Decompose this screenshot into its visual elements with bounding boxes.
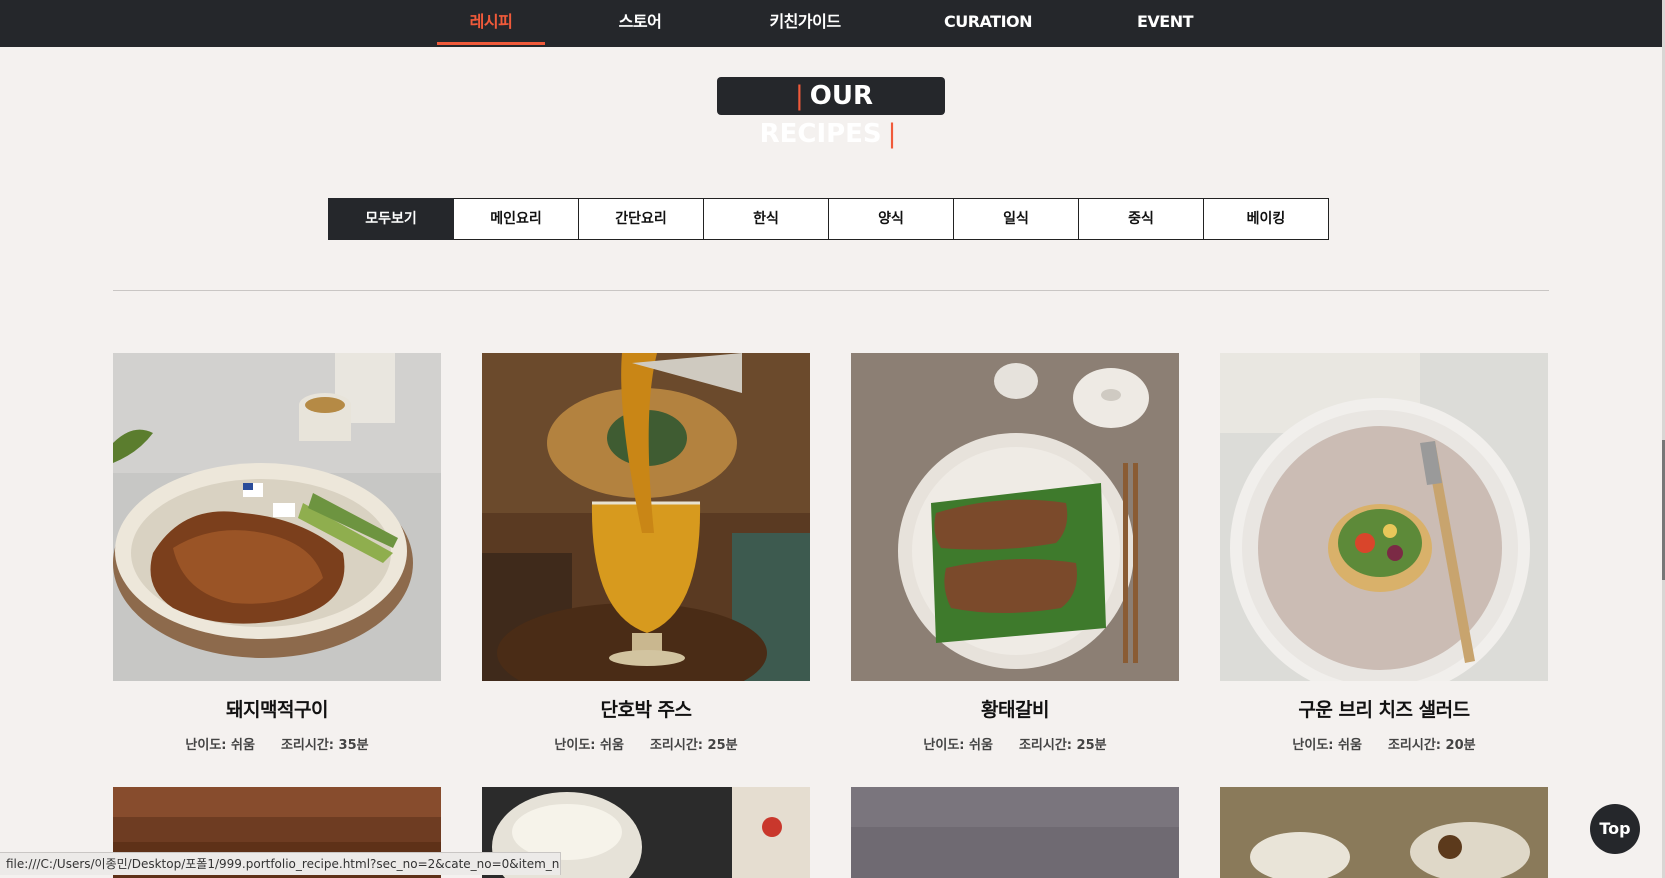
recipe-meta: 난이도: 쉬움 조리시간: 35분 [113, 734, 441, 753]
nav-recipe[interactable]: 레시피 [437, 0, 545, 47]
recipe-meta: 난이도: 쉬움 조리시간: 25분 [851, 734, 1179, 753]
nav-event[interactable]: EVENT [1110, 0, 1220, 47]
recipe-time: 조리시간: 25분 [1018, 738, 1107, 753]
brie-salad-photo[interactable] [1220, 353, 1548, 681]
recipe-meta: 난이도: 쉬움 조리시간: 20분 [1220, 734, 1548, 753]
nav-store[interactable]: 스토어 [590, 0, 690, 47]
section-divider [113, 290, 1549, 291]
recipe-card[interactable]: 황태갈비 난이도: 쉬움 조리시간: 25분 [851, 353, 1179, 753]
recipe-card-partial[interactable] [851, 787, 1179, 878]
category-tabs: 모두보기 메인요리 간단요리 한식 양식 일식 중식 베이킹 [328, 198, 1329, 240]
recipe-card[interactable]: 돼지맥적구이 난이도: 쉬움 조리시간: 35분 [113, 353, 441, 753]
recipe-name[interactable]: 단호박 주스 [482, 695, 810, 722]
pork-dish-photo[interactable] [113, 353, 441, 681]
nav-curation[interactable]: CURATION [925, 0, 1051, 47]
top-navigation: 레시피 스토어 키친가이드 CURATION EVENT [0, 0, 1662, 47]
tab-japanese[interactable]: 일식 [954, 198, 1079, 240]
recipe-time: 조리시간: 35분 [280, 738, 369, 753]
tab-western[interactable]: 양식 [829, 198, 954, 240]
recipe-photo-partial[interactable] [1220, 787, 1548, 878]
title-bar-left: | [794, 81, 804, 111]
recipe-difficulty: 난이도: 쉬움 [554, 738, 624, 753]
recipe-photo-partial[interactable] [851, 787, 1179, 878]
recipe-difficulty: 난이도: 쉬움 [923, 738, 993, 753]
tab-baking[interactable]: 베이킹 [1204, 198, 1329, 240]
nav-active-underline [437, 42, 545, 45]
tab-korean[interactable]: 한식 [704, 198, 829, 240]
recipe-time: 조리시간: 25분 [649, 738, 738, 753]
tab-simple-dish[interactable]: 간단요리 [579, 198, 704, 240]
recipe-difficulty: 난이도: 쉬움 [1292, 738, 1362, 753]
pollack-galbi-photo[interactable] [851, 353, 1179, 681]
recipe-meta: 난이도: 쉬움 조리시간: 25분 [482, 734, 810, 753]
tab-all[interactable]: 모두보기 [328, 198, 454, 240]
recipe-card[interactable]: 단호박 주스 난이도: 쉬움 조리시간: 25분 [482, 353, 810, 753]
pumpkin-juice-photo[interactable] [482, 353, 810, 681]
status-bar-url: file:///C:/Users/이종민/Desktop/포폴1/999.por… [0, 852, 561, 875]
recipe-name[interactable]: 구운 브리 치즈 샐러드 [1220, 695, 1548, 722]
nav-kitchen-guide[interactable]: 키친가이드 [740, 0, 870, 47]
section-title-badge: | OUR RECIPES | [717, 77, 945, 149]
recipe-difficulty: 난이도: 쉬움 [185, 738, 255, 753]
recipe-time: 조리시간: 20분 [1387, 738, 1476, 753]
recipe-name[interactable]: 황태갈비 [851, 695, 1179, 722]
scroll-top-button[interactable]: Top [1590, 804, 1640, 854]
tab-main-dish[interactable]: 메인요리 [454, 198, 579, 240]
title-bar-right: | [887, 119, 897, 149]
section-title: OUR RECIPES [759, 81, 882, 149]
recipe-card-partial[interactable] [1220, 787, 1548, 878]
tab-chinese[interactable]: 중식 [1079, 198, 1204, 240]
recipe-name[interactable]: 돼지맥적구이 [113, 695, 441, 722]
recipe-card[interactable]: 구운 브리 치즈 샐러드 난이도: 쉬움 조리시간: 20분 [1220, 353, 1548, 753]
